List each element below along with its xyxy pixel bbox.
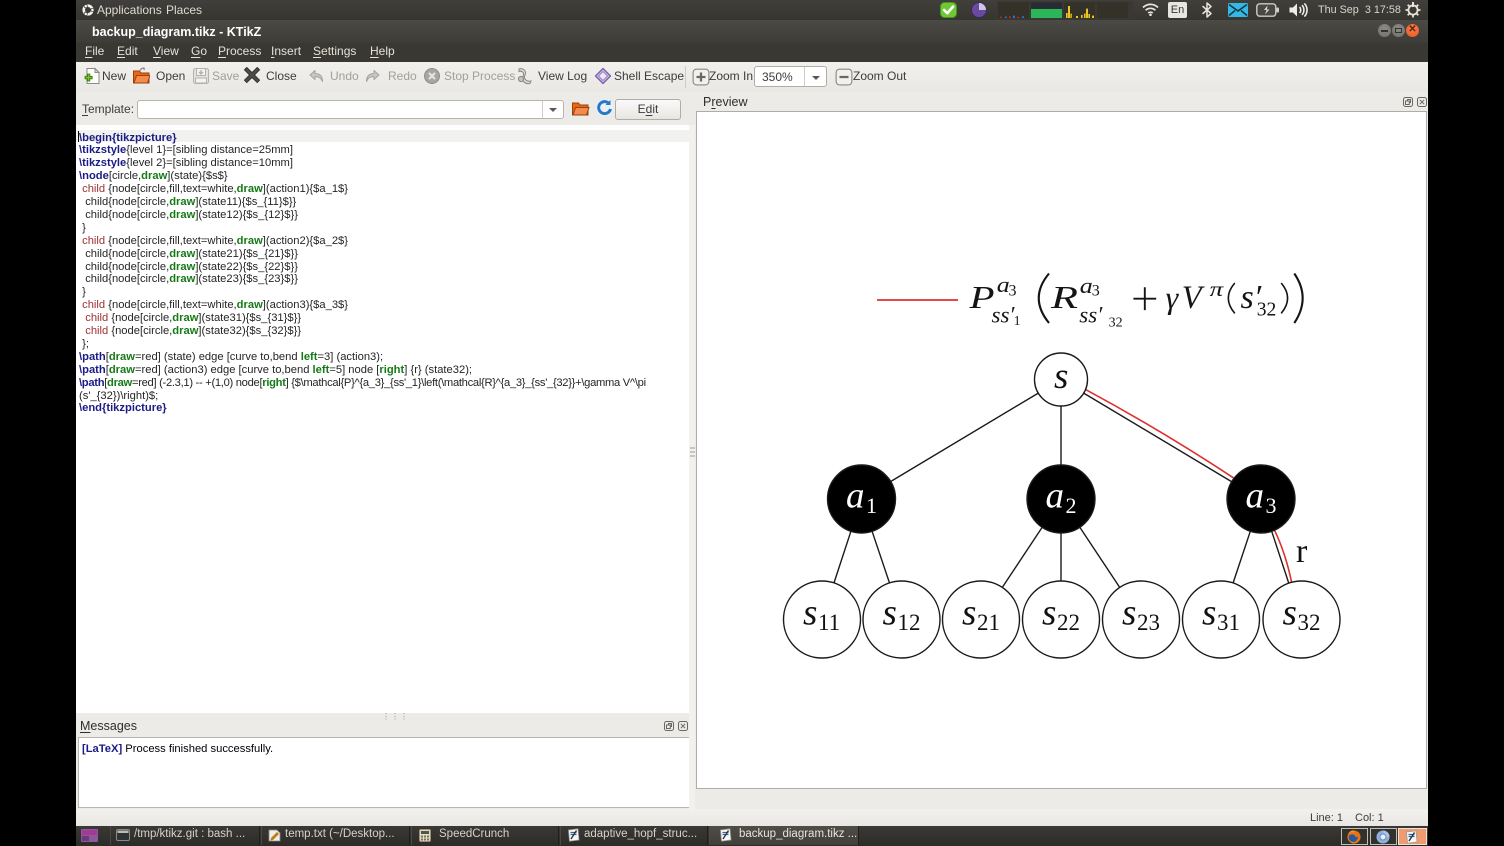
svg-text:3: 3 — [1266, 493, 1277, 518]
svg-text:ss′: ss′ — [992, 303, 1016, 328]
svg-text:s: s — [1202, 593, 1216, 634]
svg-text:γ: γ — [1166, 279, 1180, 315]
svg-text:12: 12 — [898, 610, 921, 635]
svg-text:s: s — [962, 593, 976, 634]
svg-text:π: π — [1210, 277, 1224, 301]
svg-text:32: 32 — [1257, 299, 1277, 320]
svg-text:a: a — [846, 476, 865, 517]
svg-text:32: 32 — [1109, 316, 1123, 331]
svg-text:ss′: ss′ — [1079, 303, 1103, 328]
svg-text:a: a — [1046, 476, 1065, 517]
svg-text:r: r — [1296, 533, 1308, 570]
svg-text:s: s — [1122, 593, 1136, 634]
svg-text:22: 22 — [1057, 610, 1080, 635]
svg-text:V: V — [1182, 280, 1205, 316]
svg-text:2: 2 — [1066, 493, 1077, 518]
svg-text:21: 21 — [977, 610, 1000, 635]
svg-text:11: 11 — [818, 610, 840, 635]
svg-text:31: 31 — [1217, 610, 1240, 635]
svg-text:1: 1 — [1014, 313, 1021, 328]
svg-text:32: 32 — [1298, 610, 1321, 635]
svg-text:s: s — [803, 593, 817, 634]
svg-text:s: s — [883, 593, 897, 634]
svg-text:s: s — [1042, 593, 1056, 634]
svg-text:3: 3 — [1092, 283, 1100, 300]
svg-text:23: 23 — [1137, 610, 1160, 635]
svg-text:a: a — [1246, 476, 1265, 517]
svg-text:s: s — [1283, 593, 1297, 634]
svg-text:s: s — [1054, 356, 1068, 397]
svg-text:3: 3 — [1009, 282, 1017, 299]
svg-text:R: R — [1050, 279, 1079, 315]
svg-text:1: 1 — [866, 493, 877, 518]
